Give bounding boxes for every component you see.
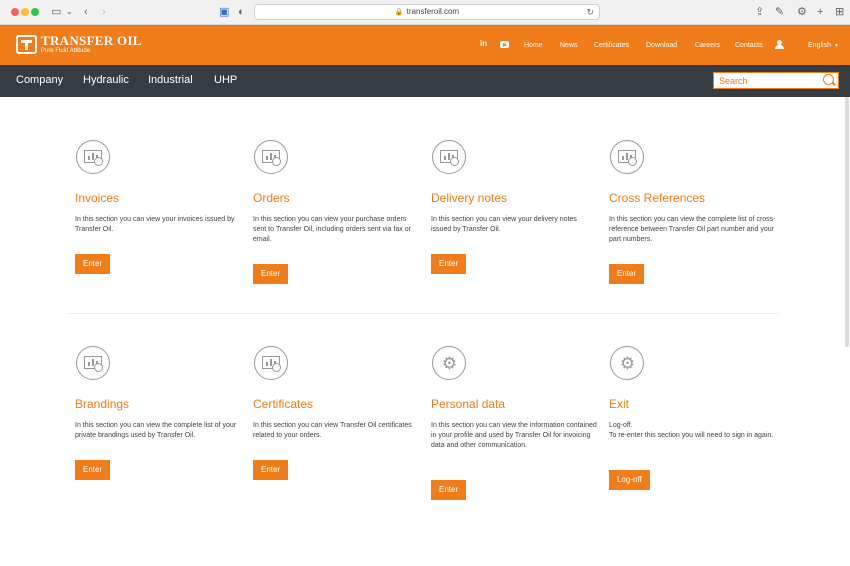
youtube-icon[interactable]	[500, 41, 509, 48]
nav-download[interactable]: Download	[646, 41, 677, 50]
certificates-enter-button[interactable]: Enter	[253, 460, 289, 480]
search-input[interactable]	[713, 72, 839, 89]
user-icon[interactable]	[775, 40, 784, 49]
gear-icon: ⚙	[432, 346, 466, 380]
card-title: Brandings	[75, 397, 130, 411]
gear-icon[interactable]: ⚙	[797, 4, 807, 20]
document-chart-icon	[254, 346, 288, 380]
close-window-icon[interactable]	[11, 8, 19, 16]
nav-news[interactable]: News	[560, 41, 578, 50]
lock-icon: 🔒	[394, 9, 404, 16]
nav-certificates[interactable]: Certificates	[594, 41, 629, 50]
address-bar[interactable]: 🔒 transferoil.com ↻	[254, 4, 600, 20]
language-label: English	[808, 42, 831, 49]
main-nav-industrial[interactable]: Industrial	[148, 73, 193, 87]
document-chart-icon	[254, 140, 288, 174]
main-nav-uhp[interactable]: UHP	[214, 73, 237, 87]
forward-icon[interactable]: ›	[102, 4, 106, 20]
language-select[interactable]: English ▼	[808, 41, 839, 51]
card-description: In this section you can view your purcha…	[253, 216, 411, 243]
site-header: TRANSFER OIL Pure Fluid Attitude in Home…	[0, 25, 850, 65]
search-icon[interactable]	[823, 74, 834, 85]
card-description: In this section you can view your delive…	[431, 216, 577, 233]
card-description: In this section you can view the complet…	[609, 216, 776, 243]
chevron-down-icon[interactable]: ⌄	[66, 4, 73, 20]
card-title: Cross References	[609, 191, 706, 205]
card-description: In this section you can view the complet…	[75, 422, 237, 439]
tab-overview-icon[interactable]: ⊞	[835, 4, 844, 20]
main-nav-company[interactable]: Company	[16, 73, 63, 87]
delivery-notes-enter-button[interactable]: Enter	[431, 254, 467, 274]
scrollbar[interactable]	[845, 97, 849, 347]
url-text: transferoil.com	[406, 7, 460, 16]
annotate-icon[interactable]: ✎	[775, 4, 784, 20]
minimize-window-icon[interactable]	[21, 8, 29, 16]
nav-home[interactable]: Home	[524, 41, 543, 50]
orders-enter-button[interactable]: Enter	[253, 264, 289, 284]
card-description: Log-off. To re-enter this section you wil…	[609, 421, 777, 441]
nav-contacts[interactable]: Contacts	[735, 41, 763, 50]
main-nav-hydraulic[interactable]: Hydraulic	[83, 73, 129, 87]
card-title: Exit	[609, 397, 630, 411]
privacy-shield-icon[interactable]: ◐	[238, 4, 245, 20]
linkedin-icon[interactable]: in	[480, 39, 487, 49]
card-description: In this section you can view the informa…	[431, 422, 597, 449]
log-off-button[interactable]: Log-off	[609, 470, 650, 490]
document-chart-icon	[76, 140, 110, 174]
exit-line-1: Log-off.	[609, 422, 633, 429]
card-title: Certificates	[253, 397, 314, 411]
invoices-enter-button[interactable]: Enter	[75, 254, 111, 274]
personal-data-enter-button[interactable]: Enter	[431, 480, 467, 500]
maximize-window-icon[interactable]	[31, 8, 39, 16]
reload-icon[interactable]: ↻	[586, 5, 594, 19]
logo-title[interactable]: TRANSFER OIL	[41, 34, 142, 48]
cross-references-enter-button[interactable]: Enter	[609, 264, 645, 284]
new-tab-icon[interactable]: +	[817, 4, 823, 20]
section-divider	[67, 313, 779, 314]
brandings-enter-button[interactable]: Enter	[75, 460, 111, 480]
nav-careers[interactable]: Careers	[695, 41, 720, 50]
back-icon[interactable]: ‹	[84, 4, 88, 20]
exit-line-2: To re-enter this section you will need t…	[609, 432, 774, 439]
logo-icon[interactable]	[16, 35, 37, 54]
gear-icon: ⚙	[610, 346, 644, 380]
card-title: Delivery notes	[431, 191, 508, 205]
sidebar-icon[interactable]: ▭	[51, 4, 61, 20]
browser-toolbar: ▭ ⌄ ‹ › ▣ ◐ 🔒 transferoil.com ↻ ⇪ ✎ ⚙ + ⊞	[0, 0, 850, 25]
card-title: Orders	[253, 191, 290, 205]
media-icon[interactable]: ▣	[219, 4, 229, 20]
document-chart-icon	[610, 140, 644, 174]
card-description: In this section you can view your invoic…	[75, 216, 235, 233]
card-title: Personal data	[431, 397, 506, 411]
card-title: Invoices	[75, 191, 120, 205]
card-description: In this section you can view Transfer Oi…	[253, 422, 412, 439]
document-chart-icon	[432, 140, 466, 174]
share-icon[interactable]: ⇪	[755, 4, 764, 20]
chevron-down-icon: ▼	[833, 43, 839, 49]
document-chart-icon	[76, 346, 110, 380]
logo-tagline: Pure Fluid Attitude	[41, 48, 91, 54]
